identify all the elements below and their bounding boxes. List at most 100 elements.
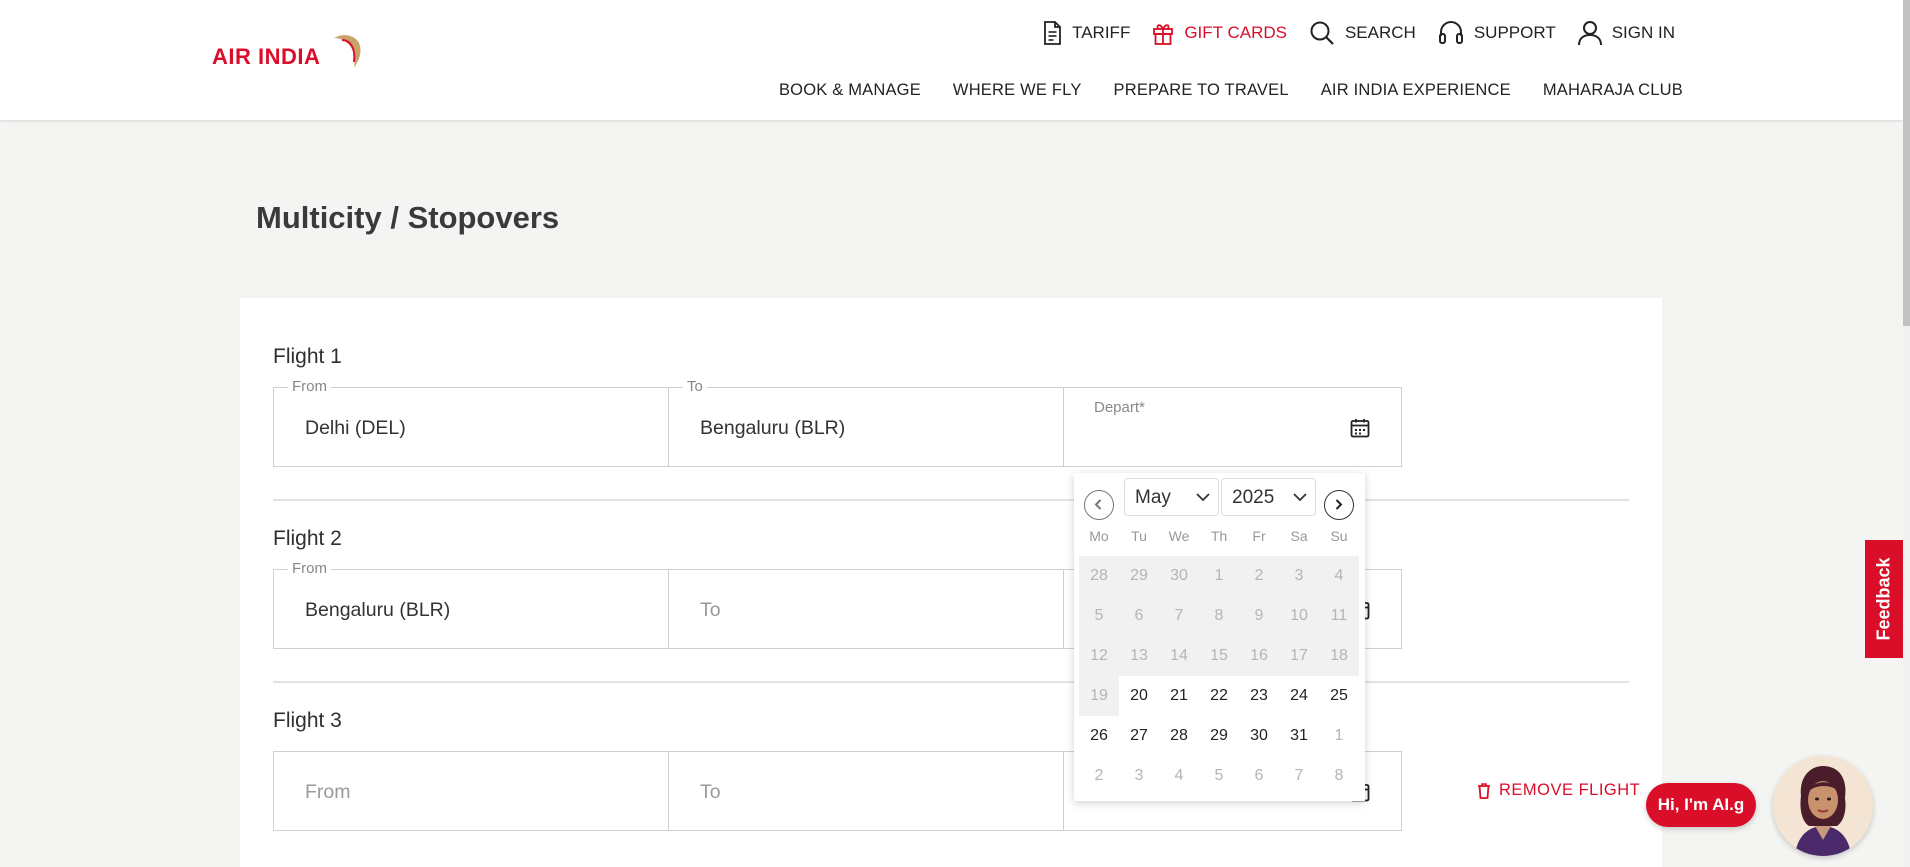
calendar-day: 7: [1159, 596, 1199, 636]
calendar-day: 9: [1239, 596, 1279, 636]
calendar-day[interactable]: 27: [1119, 716, 1159, 756]
page-scrollbar[interactable]: [1903, 0, 1910, 867]
calendar-day: 29: [1119, 556, 1159, 596]
calendar-week: 5 6 7 8 9 10 11: [1079, 596, 1359, 636]
weekday-header: Mo Tu We Th Fr Sa Su: [1079, 528, 1359, 544]
search-link[interactable]: SEARCH: [1309, 20, 1416, 46]
flight-divider: [273, 499, 1629, 501]
chevron-down-icon: [1196, 493, 1210, 502]
calendar-day[interactable]: 30: [1239, 716, 1279, 756]
calendar-day: 11: [1319, 596, 1359, 636]
tariff-link[interactable]: TARIFF: [1042, 21, 1130, 45]
calendar-day: 8: [1334, 767, 1344, 784]
calendar-day: 14: [1159, 636, 1199, 676]
site-header: AIR INDIA TARIFF GIFT CARDS SEARCH SUPPO…: [0, 0, 1903, 120]
air-india-logo[interactable]: AIR INDIA: [212, 32, 362, 69]
flight-1-depart-field[interactable]: Depart*: [1063, 387, 1402, 467]
flight-3-label: Flight 3: [273, 709, 342, 732]
prev-month-button[interactable]: [1084, 490, 1114, 520]
chevron-left-icon: [1094, 499, 1102, 510]
flight-1-from-field[interactable]: From Delhi (DEL): [273, 378, 669, 467]
flight-3-to-field[interactable]: To: [668, 751, 1064, 831]
nav-prepare-to-travel[interactable]: PREPARE TO TRAVEL: [1114, 81, 1289, 100]
from-placeholder: From: [305, 781, 351, 803]
calendar-day[interactable]: 23: [1239, 676, 1279, 716]
year-value: 2025: [1232, 487, 1275, 508]
chevron-right-icon: [1335, 499, 1343, 510]
calendar-icon: [1350, 419, 1370, 438]
calendar-day[interactable]: 25: [1319, 676, 1359, 716]
nav-book-manage[interactable]: BOOK & MANAGE: [779, 81, 921, 100]
nav-maharaja-club[interactable]: MAHARAJA CLUB: [1543, 81, 1683, 100]
nav-air-india-experience[interactable]: AIR INDIA EXPERIENCE: [1321, 81, 1511, 100]
remove-flight-button[interactable]: REMOVE FLIGHT: [1477, 781, 1640, 800]
calendar-day: 2: [1239, 556, 1279, 596]
from-value: Delhi (DEL): [305, 417, 406, 439]
calendar-day: 12: [1079, 636, 1119, 676]
calendar-day: 10: [1279, 596, 1319, 636]
document-icon: [1044, 21, 1061, 45]
to-legend: To: [683, 378, 707, 395]
calendar-week: 12 13 14 15 16 17 18: [1079, 636, 1359, 676]
flight-1-row: From Delhi (DEL) To Bengaluru (BLR) Depa…: [273, 378, 1402, 467]
flight-1-to-field[interactable]: To Bengaluru (BLR): [668, 378, 1064, 467]
weekday-label: Su: [1330, 528, 1348, 544]
assistant-greeting-bubble[interactable]: Hi, I'm AI.g: [1646, 783, 1756, 827]
main-nav: BOOK & MANAGE WHERE WE FLY PREPARE TO TR…: [779, 81, 1683, 100]
remove-flight-label: REMOVE FLIGHT: [1499, 781, 1641, 799]
chevron-down-icon: [1293, 493, 1307, 502]
scrollbar-thumb[interactable]: [1903, 0, 1910, 326]
month-select[interactable]: May: [1124, 478, 1219, 516]
gift-cards-link[interactable]: GIFT CARDS: [1152, 21, 1287, 45]
to-placeholder: To: [700, 781, 721, 803]
calendar-day: 3: [1134, 767, 1144, 784]
weekday-label: Tu: [1131, 528, 1147, 544]
calendar-day: 1: [1334, 727, 1344, 744]
trash-icon: [1478, 782, 1490, 799]
from-value: Bengaluru (BLR): [305, 599, 451, 621]
flight-divider: [273, 681, 1629, 683]
calendar-day: 15: [1199, 636, 1239, 676]
calendar-day[interactable]: 21: [1159, 676, 1199, 716]
support-label: SUPPORT: [1473, 23, 1556, 42]
calendar-day: 8: [1199, 596, 1239, 636]
depart-datepicker: May 2025 Mo Tu We Th Fr Sa Su 28 29 30 1…: [1074, 473, 1365, 801]
nav-where-we-fly[interactable]: WHERE WE FLY: [953, 81, 1082, 100]
calendar-day: 6: [1254, 767, 1264, 784]
headset-icon: [1438, 20, 1463, 44]
calendar-grid: 28 29 30 1 2 3 4 5 6 7 8 9 10 11 12 13 1…: [1079, 556, 1359, 796]
flight-2-to-field[interactable]: To: [668, 569, 1064, 649]
support-link[interactable]: SUPPORT: [1438, 20, 1556, 46]
calendar-day[interactable]: 29: [1199, 716, 1239, 756]
assistant-avatar[interactable]: [1773, 756, 1873, 856]
sign-in-label: SIGN IN: [1611, 23, 1675, 42]
calendar-day[interactable]: 31: [1279, 716, 1319, 756]
calendar-day: 2: [1094, 767, 1104, 784]
calendar-day: 3: [1279, 556, 1319, 596]
calendar-week: 2 3 4 5 6 7 8: [1079, 756, 1359, 796]
calendar-day: 30: [1159, 556, 1199, 596]
depart-label: Depart*: [1094, 399, 1145, 416]
calendar-week: 19 20 21 22 23 24 25: [1079, 676, 1359, 716]
next-month-button[interactable]: [1324, 490, 1354, 520]
month-value: May: [1135, 487, 1171, 508]
weekday-label: Mo: [1089, 528, 1109, 544]
calendar-day: 18: [1319, 636, 1359, 676]
feedback-tab[interactable]: Feedback: [1865, 540, 1903, 658]
year-select[interactable]: 2025: [1221, 478, 1316, 516]
search-label: SEARCH: [1344, 23, 1416, 42]
search-icon: [1310, 21, 1334, 45]
flight-3-from-field[interactable]: From: [273, 751, 669, 831]
calendar-day: 17: [1279, 636, 1319, 676]
calendar-day[interactable]: 24: [1279, 676, 1319, 716]
flight-1-label: Flight 1: [273, 345, 342, 368]
calendar-day: 6: [1119, 596, 1159, 636]
gift-icon: [1153, 24, 1174, 45]
calendar-day[interactable]: 20: [1119, 676, 1159, 716]
flight-2-from-field[interactable]: From Bengaluru (BLR): [273, 560, 669, 649]
calendar-day[interactable]: 26: [1079, 716, 1119, 756]
sign-in-link[interactable]: SIGN IN: [1577, 20, 1675, 46]
calendar-day: 5: [1079, 596, 1119, 636]
calendar-day[interactable]: 28: [1159, 716, 1199, 756]
calendar-day[interactable]: 22: [1199, 676, 1239, 716]
